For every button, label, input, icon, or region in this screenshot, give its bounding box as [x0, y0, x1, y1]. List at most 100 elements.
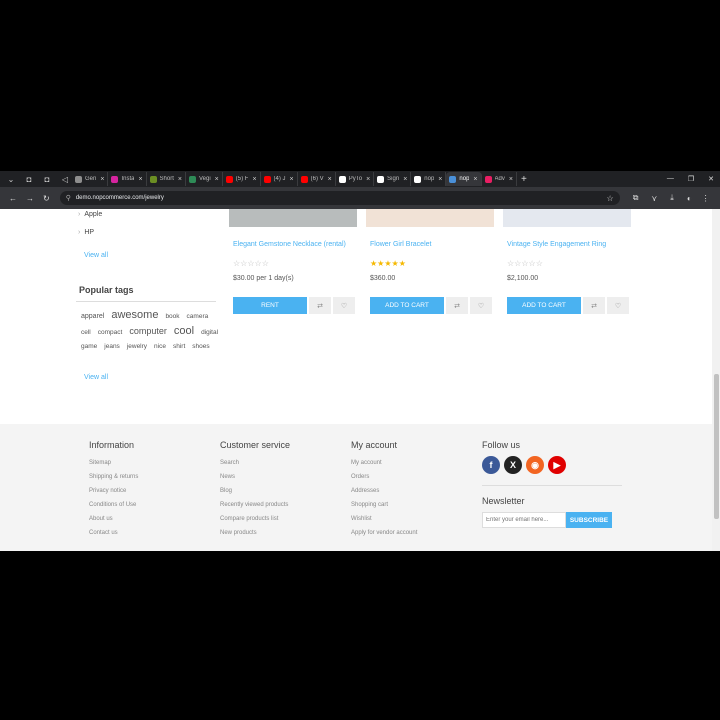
manufacturer-hp[interactable]: HP	[78, 229, 94, 236]
tab-close-icon[interactable]: ×	[178, 176, 182, 183]
tag-link[interactable]: jewelry	[127, 340, 147, 354]
footer-link[interactable]: Sitemap	[89, 456, 138, 470]
wishlist-heart-icon[interactable]: ♡	[333, 297, 355, 314]
compare-icon[interactable]: ⇄	[309, 297, 331, 314]
wishlist-heart-icon[interactable]: ♡	[607, 297, 629, 314]
subscribe-button[interactable]: SUBSCRIBE	[566, 512, 612, 528]
browser-tab[interactable]: PyTo ×	[336, 172, 375, 186]
page-scrollbar[interactable]	[712, 209, 720, 551]
browser-tab[interactable]: (4) J ×	[261, 172, 298, 186]
browser-tab[interactable]: (6) V ×	[298, 172, 336, 186]
tag-link[interactable]: cool	[174, 324, 194, 338]
download-icon[interactable]: ⤓	[670, 193, 674, 203]
bookmark-star-icon[interactable]: ☆	[607, 194, 614, 203]
browser-tab[interactable]: Short ×	[147, 172, 186, 186]
tag-link[interactable]: cell	[81, 326, 91, 340]
footer-link[interactable]: Conditions of Use	[89, 498, 138, 512]
footer-link[interactable]: Wishlist	[351, 512, 417, 526]
compare-icon[interactable]: ⇄	[446, 297, 468, 314]
product-image[interactable]	[229, 209, 357, 227]
site-info-icon[interactable]: ⚲	[66, 194, 71, 202]
rss-icon[interactable]: ◉	[526, 456, 544, 474]
footer-link[interactable]: Shipping & returns	[89, 470, 138, 484]
browser-tab[interactable]: Insta ×	[108, 172, 147, 186]
product-title-link[interactable]: Elegant Gemstone Necklace (rental)	[233, 240, 355, 249]
tag-link[interactable]: digital	[201, 326, 218, 340]
restore-icon[interactable]: ❐	[688, 175, 694, 183]
product-title-link[interactable]: Vintage Style Engagement Ring	[507, 240, 629, 249]
extensions-icon[interactable]: ⧉	[633, 193, 639, 203]
tab-close-icon[interactable]: ×	[100, 176, 104, 183]
browser-tab[interactable]: Gen ×	[72, 172, 109, 186]
scrollbar-thumb[interactable]	[714, 374, 719, 519]
add-to-cart-button[interactable]: ADD TO CART	[370, 297, 444, 314]
profile-icon[interactable]: ◐	[687, 194, 692, 203]
browser-tab[interactable]: Sign ×	[374, 172, 412, 186]
pinned-tab-icon[interactable]: ◘	[40, 172, 54, 186]
manufacturer-apple[interactable]: Apple	[78, 211, 102, 218]
address-bar[interactable]: ⚲ demo.nopcommerce.com/jewelry ☆	[59, 191, 620, 205]
tab-close-icon[interactable]: ×	[290, 176, 294, 183]
facebook-icon[interactable]: f	[482, 456, 500, 474]
forward-icon[interactable]: →	[26, 194, 34, 203]
newsletter-email-input[interactable]	[482, 512, 566, 528]
tab-close-icon[interactable]: ×	[215, 176, 219, 183]
pinned-tab-icon[interactable]: ◘	[22, 172, 36, 186]
tag-link[interactable]: awesome	[111, 308, 158, 322]
footer-link[interactable]: My account	[351, 456, 417, 470]
footer-link[interactable]: Search	[220, 456, 290, 470]
extension-icon[interactable]: ⋎	[651, 194, 657, 203]
browser-tab[interactable]: nop ×	[446, 172, 482, 186]
tag-link[interactable]: nice	[154, 340, 166, 354]
product-image[interactable]	[503, 209, 631, 227]
footer-link[interactable]: Addresses	[351, 484, 417, 498]
manufacturers-view-all-link[interactable]: View all	[84, 252, 108, 259]
tag-link[interactable]: apparel	[81, 310, 104, 324]
tag-link[interactable]: camera	[187, 310, 209, 324]
close-window-icon[interactable]: ✕	[708, 175, 714, 183]
tab-close-icon[interactable]: ×	[328, 176, 332, 183]
tag-link[interactable]: jeans	[104, 340, 120, 354]
tab-close-icon[interactable]: ×	[509, 176, 513, 183]
back-icon[interactable]: ←	[9, 194, 17, 203]
tag-link[interactable]: computer	[129, 324, 167, 338]
footer-link[interactable]: Blog	[220, 484, 290, 498]
browser-tab[interactable]: nop ×	[411, 172, 447, 186]
tag-link[interactable]: game	[81, 340, 97, 354]
new-tab-icon[interactable]: +	[521, 174, 527, 185]
browser-tab[interactable]: Vegi ×	[186, 172, 223, 186]
tab-close-icon[interactable]: ×	[403, 176, 407, 183]
pinned-tab-icon[interactable]: ◁	[58, 172, 72, 186]
footer-link[interactable]: Apply for vendor account	[351, 526, 417, 540]
tab-search-icon[interactable]: ⌄	[4, 172, 18, 186]
tag-link[interactable]: shoes	[192, 340, 209, 354]
footer-link[interactable]: Recently viewed products	[220, 498, 290, 512]
footer-link[interactable]: Compare products list	[220, 512, 290, 526]
tab-close-icon[interactable]: ×	[138, 176, 142, 183]
product-image[interactable]	[366, 209, 494, 227]
footer-link[interactable]: Orders	[351, 470, 417, 484]
rent-button[interactable]: RENT	[233, 297, 307, 314]
tab-close-icon[interactable]: ×	[438, 176, 442, 183]
browser-tab[interactable]: (5) F ×	[223, 172, 261, 186]
tag-link[interactable]: book	[165, 310, 179, 324]
footer-link[interactable]: New products	[220, 526, 290, 540]
tags-view-all-link[interactable]: View all	[84, 374, 108, 381]
minimize-icon[interactable]: —	[667, 175, 674, 183]
browser-tab[interactable]: Adv ×	[482, 172, 517, 186]
tab-close-icon[interactable]: ×	[473, 176, 477, 183]
product-title-link[interactable]: Flower Girl Bracelet	[370, 240, 492, 249]
footer-link[interactable]: Shopping cart	[351, 498, 417, 512]
tab-close-icon[interactable]: ×	[252, 176, 256, 183]
tag-link[interactable]: compact	[98, 326, 123, 340]
footer-link[interactable]: Privacy notice	[89, 484, 138, 498]
reload-icon[interactable]: ↻	[43, 194, 50, 203]
tab-close-icon[interactable]: ×	[366, 176, 370, 183]
footer-link[interactable]: News	[220, 470, 290, 484]
menu-icon[interactable]: ⋮	[702, 194, 710, 203]
wishlist-heart-icon[interactable]: ♡	[470, 297, 492, 314]
x-icon[interactable]: X	[504, 456, 522, 474]
add-to-cart-button[interactable]: ADD TO CART	[507, 297, 581, 314]
compare-icon[interactable]: ⇄	[583, 297, 605, 314]
youtube-icon[interactable]: ▶	[548, 456, 566, 474]
